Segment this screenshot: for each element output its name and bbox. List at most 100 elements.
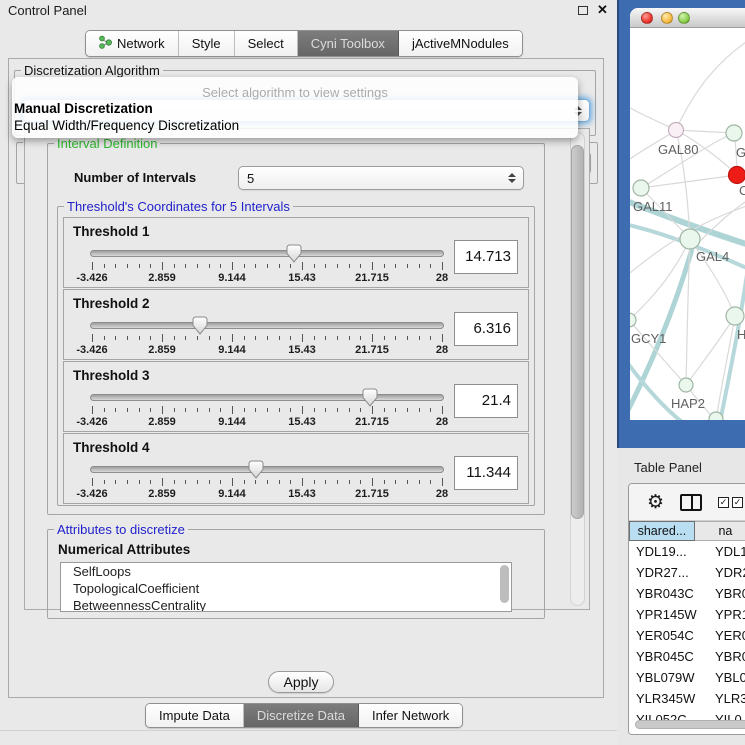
tab-cyni-toolbox[interactable]: Cyni Toolbox [298,31,399,56]
slider-ticks [92,262,442,271]
slider-track[interactable] [90,466,444,473]
horizontal-scrollbar[interactable] [635,720,745,729]
columns-icon[interactable] [680,494,702,511]
float-window-icon[interactable] [578,6,588,15]
checkbox-icon[interactable]: ✓ [718,497,729,508]
network-window-titlebar [630,8,745,28]
threshold-label: Threshold 1 [73,224,150,239]
table-row[interactable]: YER054CYER0 [629,625,745,646]
cell: YBL079W [629,667,703,688]
number-of-intervals-label: Number of Intervals [74,170,196,185]
slider-thumb[interactable] [191,316,208,336]
slider-thumb[interactable] [248,460,265,480]
tab-impute-data[interactable]: Impute Data [146,704,244,727]
cell: YBR0 [703,583,745,604]
control-panel-titlebar: Control Panel ✕ [0,0,617,20]
tab-jactivemnodules[interactable]: jActiveMNodules [399,31,522,56]
tab-discretize-data[interactable]: Discretize Data [244,704,359,727]
table-row[interactable]: YLR345WYLR3 [629,688,745,709]
list-item[interactable]: SelfLoops [61,563,511,580]
threshold-label: Threshold 3 [73,368,150,383]
slider-tick-labels: -3.4262.8599.14415.4321.71528 [92,488,442,500]
popup-item-equal-width[interactable]: Equal Width/Frequency Discretization [12,117,578,134]
gear-icon[interactable]: ⚙ [647,493,664,512]
tab-label: Style [192,36,221,51]
threshold-value-field[interactable]: 14.713 [454,240,518,274]
column-header-shared-name[interactable]: shared... [629,521,695,541]
node-partial[interactable] [709,412,723,420]
threshold-value-field[interactable]: 6.316 [454,312,518,346]
table-row[interactable]: YPR145WYPR1 [629,604,745,625]
cell: YDR2 [703,562,745,583]
slider-track[interactable] [90,322,444,329]
number-of-intervals-combobox[interactable]: 5 [238,166,524,190]
threshold-slider[interactable]: -3.4262.8599.14415.4321.71528 [90,460,444,502]
table-toolbar: ⚙ ✓ ✓ [629,484,745,521]
network-canvas[interactable]: GAL80 GA C GAL11 GAL4 GCY1 H HAP2 [630,28,745,420]
node-label: HAP2 [671,396,705,411]
threshold-2-panel: Threshold 2 -3.4262.8599.14415.4321.7152… [63,289,529,360]
list-item[interactable]: BetweennessCentrality [61,597,511,612]
table-row[interactable]: YBR045CYBR0 [629,646,745,667]
node-label: GA [736,145,745,160]
network-icon [99,35,112,52]
node-ga[interactable] [726,125,742,141]
slider-track[interactable] [90,250,444,257]
threshold-value-field[interactable]: 21.4 [454,384,518,418]
tab-infer-network[interactable]: Infer Network [359,704,462,727]
table-row[interactable]: YBL079WYBL0 [629,667,745,688]
tab-network[interactable]: Network [86,31,179,56]
cell: YPR1 [703,604,745,625]
popup-placeholder: Select algorithm to view settings [12,77,578,100]
thresholds-group: Threshold's Coordinates for 5 Intervals … [57,206,535,506]
zoom-traffic-light-icon[interactable] [678,12,690,24]
threshold-value-field[interactable]: 11.344 [454,456,518,490]
node-gal11[interactable] [633,180,649,196]
node-gal4[interactable] [680,229,700,249]
table-row[interactable]: YDR27...YDR2 [629,562,745,583]
threshold-slider[interactable]: -3.4262.8599.14415.4321.71528 [90,316,444,358]
checkbox-group: ✓ ✓ [718,497,743,508]
node-h[interactable] [726,307,744,325]
minimize-traffic-light-icon[interactable] [661,12,673,24]
node-red-selected[interactable] [729,167,745,184]
scrollbar-thumb[interactable] [571,145,584,519]
tab-style[interactable]: Style [179,31,235,56]
list-item[interactable]: TopologicalCoefficient [61,580,511,597]
network-window: GAL80 GA C GAL11 GAL4 GCY1 H HAP2 [630,8,745,420]
node-gcy1[interactable] [630,313,636,327]
slider-tick-labels: -3.4262.8599.14415.4321.71528 [92,416,442,428]
checkbox-icon[interactable]: ✓ [732,497,743,508]
threshold-label: Threshold 2 [73,296,150,311]
list-scrollbar[interactable] [500,565,509,603]
slider-thumb[interactable] [286,244,303,264]
threshold-slider[interactable]: -3.4262.8599.14415.4321.71528 [90,244,444,286]
cell: YLR3 [703,688,745,709]
numerical-attributes-list[interactable]: SelfLoops TopologicalCoefficient Between… [60,562,512,612]
node-label: GAL11 [633,199,673,214]
popup-item-manual-discretization[interactable]: Manual Discretization [12,100,578,117]
node-gal80[interactable] [669,123,684,138]
algorithm-dropdown-popup: Select algorithm to view settings Manual… [12,77,578,138]
slider-thumb[interactable] [361,388,378,408]
close-traffic-light-icon[interactable] [641,12,653,24]
column-header-name[interactable]: na [695,521,745,541]
threshold-list: Threshold 1 -3.4262.8599.14415.4321.7152… [63,217,529,505]
table-row[interactable]: YBR043CYBR0 [629,583,745,604]
node-label: GAL80 [658,142,698,157]
tab-label: Network [117,36,165,51]
tab-label: Select [248,36,284,51]
cell: YLR345W [629,688,703,709]
numerical-attributes-label: Numerical Attributes [58,542,190,557]
threshold-slider[interactable]: -3.4262.8599.14415.4321.71528 [90,388,444,430]
threshold-label: Threshold 4 [73,440,150,455]
node-hap2[interactable] [679,378,693,392]
apply-button[interactable]: Apply [268,671,334,693]
network-graph: GAL80 GA C GAL11 GAL4 GCY1 H HAP2 [630,28,745,420]
tab-select[interactable]: Select [235,31,298,56]
table-row[interactable]: YDL19...YDL1 [629,541,745,562]
group-title: Threshold's Coordinates for 5 Intervals [64,199,293,214]
slider-track[interactable] [90,394,444,401]
close-icon[interactable]: ✕ [597,2,608,18]
slider-ticks [92,478,442,487]
